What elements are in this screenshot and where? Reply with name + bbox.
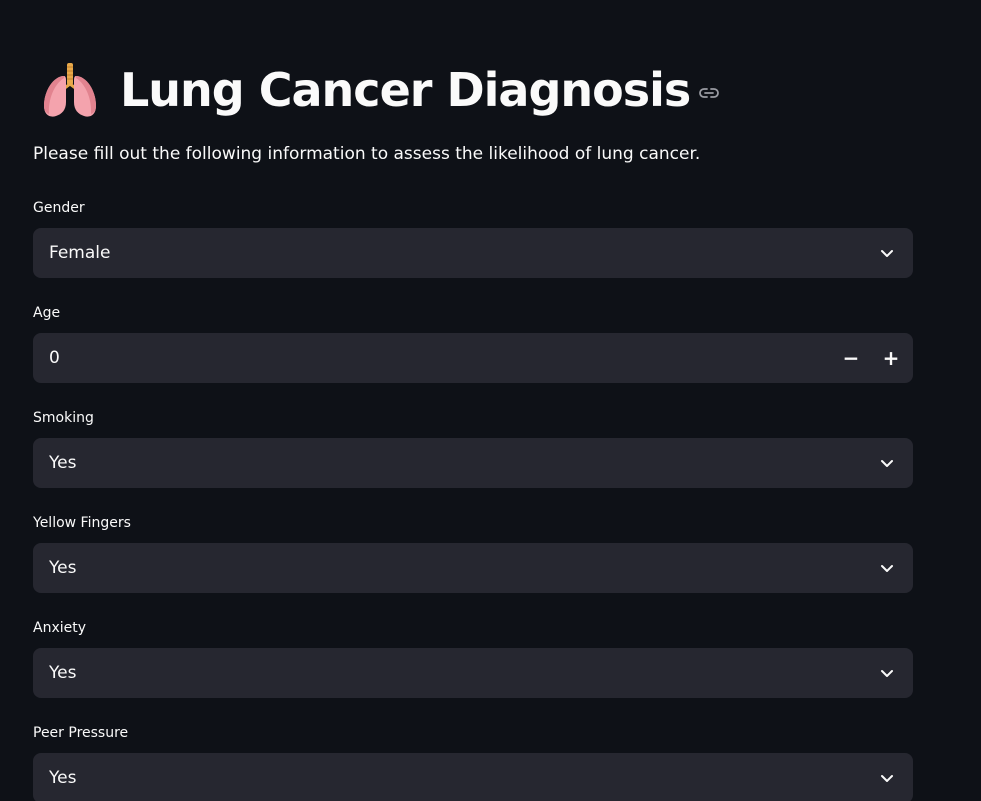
page-header: Lung Cancer Diagnosis: [40, 56, 720, 124]
anxiety-field: Anxiety Yes: [33, 618, 913, 698]
peer-pressure-label: Peer Pressure: [33, 725, 129, 741]
smoking-select[interactable]: Yes: [33, 438, 913, 488]
smoking-label: Smoking: [33, 410, 94, 426]
smoking-field: Smoking Yes: [33, 408, 913, 488]
anxiety-value: Yes: [49, 663, 77, 683]
link-icon[interactable]: [698, 86, 720, 100]
age-value: 0: [49, 348, 60, 368]
smoking-value: Yes: [49, 453, 77, 473]
lungs-icon: [44, 63, 96, 117]
age-label: Age: [33, 305, 61, 321]
yellow-fingers-field: Yellow Fingers Yes: [33, 513, 913, 593]
peer-pressure-select[interactable]: Yes: [33, 753, 913, 801]
peer-pressure-field: Peer Pressure Yes: [33, 723, 913, 801]
intro-text: Please fill out the following informatio…: [33, 144, 701, 164]
chevron-down-icon: [881, 565, 893, 572]
anxiety-label: Anxiety: [33, 620, 87, 636]
age-decrement-button[interactable]: −: [831, 333, 871, 383]
chevron-down-icon: [881, 250, 893, 257]
peer-pressure-value: Yes: [49, 768, 77, 788]
chevron-down-icon: [881, 670, 893, 677]
chevron-down-icon: [881, 775, 893, 782]
page-title: Lung Cancer Diagnosis: [120, 63, 691, 117]
yellow-fingers-value: Yes: [49, 558, 77, 578]
gender-field: Gender Female: [33, 198, 913, 278]
anxiety-select[interactable]: Yes: [33, 648, 913, 698]
age-field: Age 0 − +: [33, 303, 913, 383]
age-number-input[interactable]: 0 − +: [33, 333, 913, 383]
chevron-down-icon: [881, 460, 893, 467]
age-increment-button[interactable]: +: [871, 333, 911, 383]
gender-select[interactable]: Female: [33, 228, 913, 278]
gender-value: Female: [49, 243, 111, 263]
yellow-fingers-label: Yellow Fingers: [33, 515, 131, 531]
app-page: Lung Cancer Diagnosis Please fill out th…: [0, 0, 981, 801]
yellow-fingers-select[interactable]: Yes: [33, 543, 913, 593]
gender-label: Gender: [33, 200, 85, 216]
